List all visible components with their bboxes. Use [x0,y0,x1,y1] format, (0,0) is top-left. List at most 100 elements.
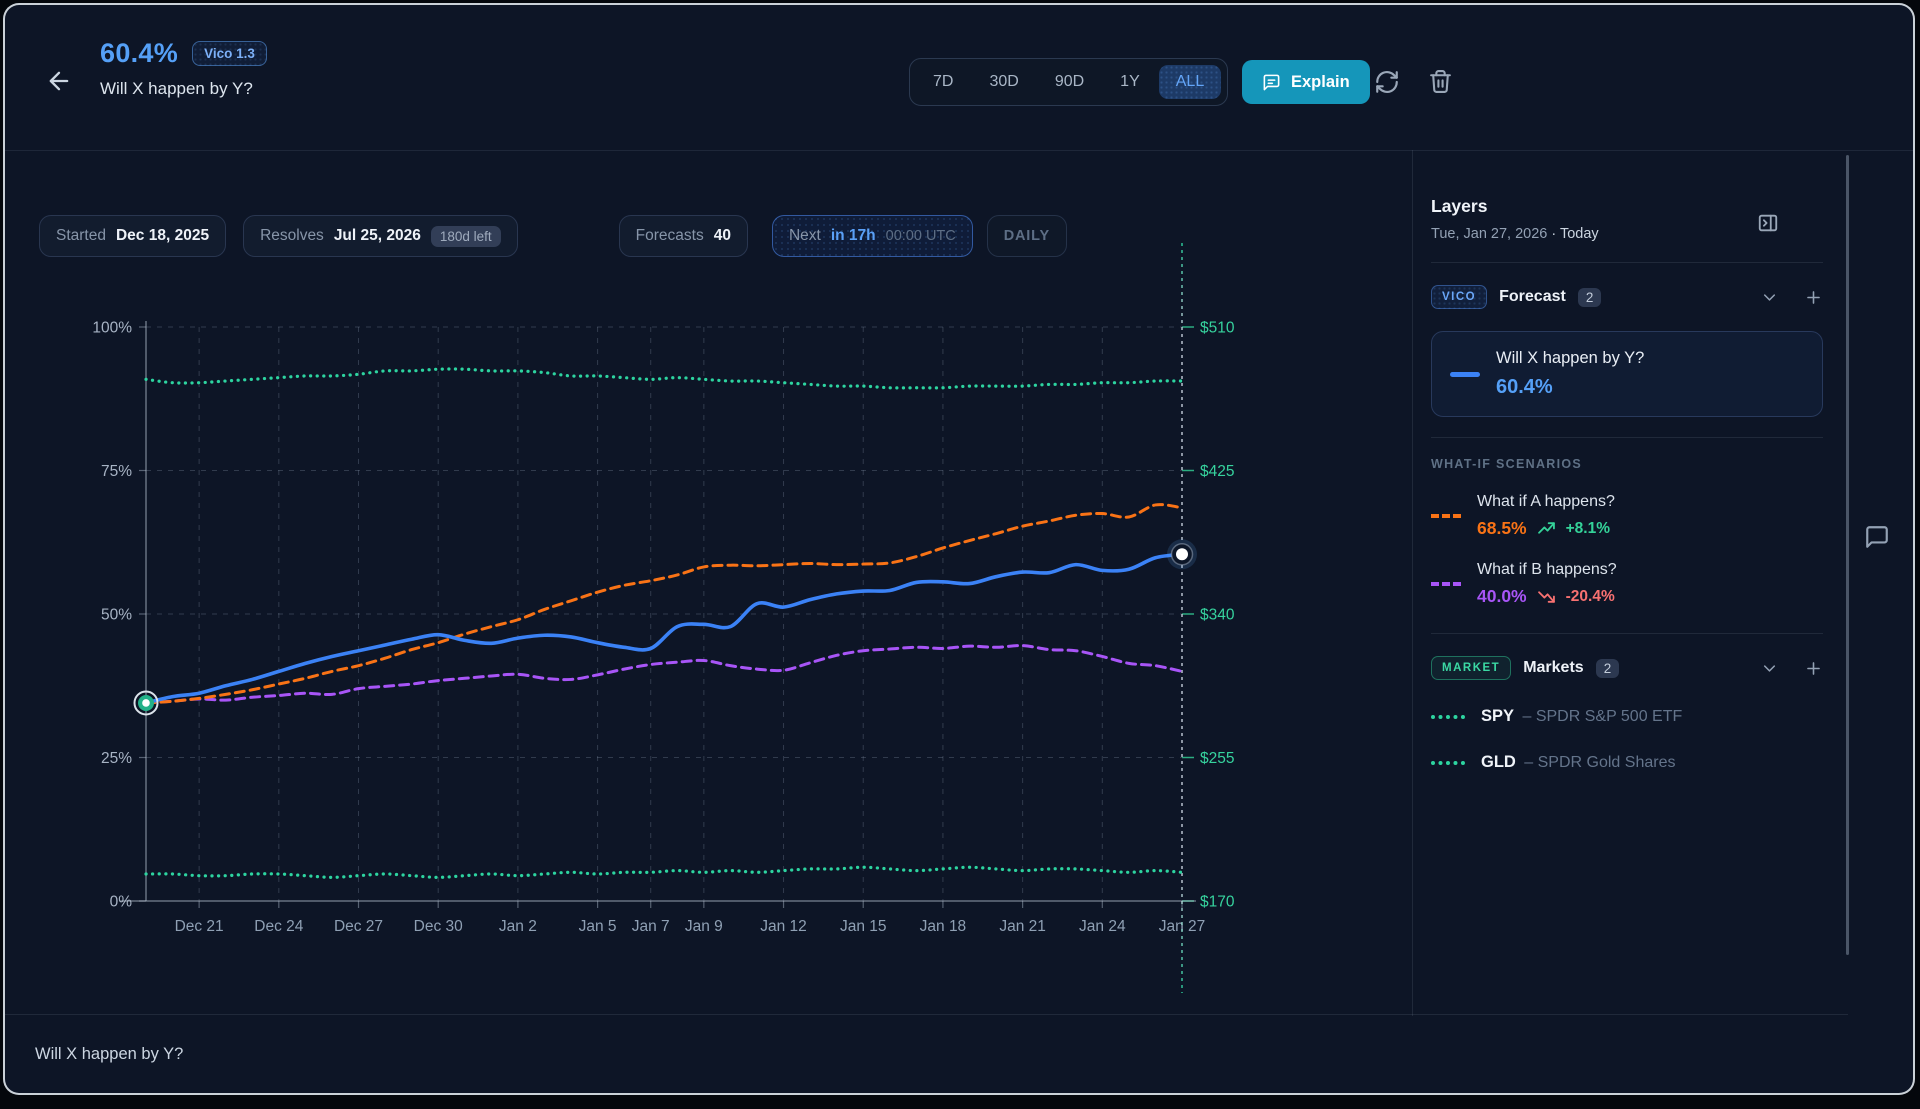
scenario-change: +8.1% [1566,520,1610,538]
explain-button[interactable]: Explain [1242,60,1370,104]
vico-badge: VICO [1431,285,1487,309]
range-button-1y[interactable]: 1Y [1103,65,1157,99]
forecast-layer-item[interactable]: Will X happen by Y? 60.4% [1431,331,1823,417]
arrow-left-icon [45,67,73,95]
forecast-count-badge: 2 [1578,288,1602,307]
start-marker-dot [142,699,150,707]
scenario-change: -20.4% [1566,588,1615,606]
delete-button[interactable] [1426,67,1454,95]
x-axis-label: Dec 24 [254,918,303,935]
x-axis-label: Dec 21 [175,918,224,935]
layers-panel: Layers Tue, Jan 27, 2026 · Today VICO Fo… [1413,150,1845,1016]
footer-divider [5,1014,1848,1015]
panel-right-icon [1757,212,1779,234]
refresh-icon [1374,69,1400,95]
scenario-value: 40.0% [1477,586,1527,607]
layers-date-value: Tue, Jan 27, 2026 [1431,226,1547,242]
scenario-question: What if A happens? [1477,493,1615,511]
plus-icon [1804,659,1823,678]
title-block: 60.4% Vico 1.3 Will X happen by Y? [100,38,267,99]
refresh-button[interactable] [1373,68,1401,96]
right-axis-label: $510 [1200,320,1235,337]
right-axis-label: $170 [1200,894,1235,911]
scenario-question: What if B happens? [1477,561,1617,579]
scenario-row[interactable]: What if A happens? 68.5% +8.1% [1431,493,1823,539]
x-axis-label: Jan 7 [632,918,670,935]
trash-icon [1428,69,1453,94]
x-axis-label: Jan 15 [840,918,887,935]
scenario-line-swatch [1431,514,1461,518]
range-button-90d[interactable]: 90D [1038,65,1101,99]
y-axis-label: 25% [101,750,132,767]
x-axis-label: Jan 24 [1079,918,1126,935]
divider [1431,633,1823,634]
x-axis-label: Jan 2 [499,918,537,935]
scenario-list: What if A happens? 68.5% +8.1% What if B ha… [1431,493,1823,607]
market-row[interactable]: SPY – SPDR S&P 500 ETF [1431,707,1823,726]
market-badge: MARKET [1431,656,1511,680]
range-button-7d[interactable]: 7D [916,65,970,99]
probability-value: 60.4% [100,38,178,69]
x-axis-label: Jan 5 [579,918,617,935]
back-button[interactable] [42,64,76,98]
chevron-down-icon [1760,659,1779,678]
x-axis-label: Dec 27 [334,918,383,935]
markets-add-button[interactable] [1803,658,1823,678]
right-axis-label: $425 [1200,463,1234,480]
chat-button[interactable] [1863,523,1891,551]
range-button-30d[interactable]: 30D [972,65,1035,99]
right-axis-label: $340 [1200,607,1235,624]
x-axis-label: Jan 9 [685,918,723,935]
forecast-section-title: Forecast [1499,288,1566,306]
market-line-swatch [1431,715,1465,719]
chevron-down-icon [1760,288,1779,307]
divider [1431,262,1823,263]
x-axis-label: Jan 18 [920,918,967,935]
market-ticker: SPY [1481,707,1514,725]
scenario-row[interactable]: What if B happens? 40.0% -20.4% [1431,561,1823,607]
series-whatif-a [146,505,1182,703]
x-axis-label: Jan 12 [760,918,807,935]
scenario-line-swatch [1431,582,1461,586]
scenario-value: 68.5% [1477,518,1527,539]
message-square-text-icon [1262,73,1281,92]
series-whatif-b [146,646,1182,703]
series-spy [146,369,1182,388]
collapse-panel-button[interactable] [1757,212,1779,234]
trend-up-icon [1538,520,1555,537]
y-axis-label: 50% [101,607,132,624]
market-list: SPY – SPDR S&P 500 ETF GLD – SPDR Gold Sh… [1431,707,1823,772]
x-axis-label: Dec 30 [414,918,463,935]
range-button-all[interactable]: ALL [1159,65,1221,99]
forecast-chart[interactable]: 0%$17025%$25550%$34075%$425100%$510Dec 2… [5,231,1395,1013]
forecast-collapse-button[interactable] [1759,287,1779,307]
market-ticker: GLD [1481,753,1516,771]
forecast-value: 60.4% [1496,376,1644,399]
range-group: 7D30D90D1YALL [909,58,1228,106]
market-row[interactable]: GLD – SPDR Gold Shares [1431,753,1823,772]
explain-label: Explain [1291,73,1350,92]
plus-icon [1804,288,1823,307]
y-axis-label: 100% [92,320,132,337]
layers-date-today: · Today [1551,226,1598,242]
market-name: – SPDR S&P 500 ETF [1518,708,1682,725]
model-version-badge: Vico 1.3 [192,41,267,66]
markets-collapse-button[interactable] [1759,658,1779,678]
series-gld [146,867,1182,877]
right-axis-label: $255 [1200,750,1234,767]
page-title: Will X happen by Y? [100,79,267,99]
forecast-line-swatch [1450,372,1480,377]
markets-section-header: MARKET Markets 2 [1431,656,1823,680]
forecast-section-header: VICO Forecast 2 [1431,285,1823,309]
chat-bubble-icon [1864,524,1890,550]
app-window: 60.4% Vico 1.3 Will X happen by Y? 7D30D… [3,3,1915,1095]
x-axis-label: Jan 27 [1159,918,1206,935]
market-line-swatch [1431,761,1465,765]
divider [1431,437,1823,438]
scrollbar[interactable] [1846,155,1849,955]
y-axis-label: 0% [110,894,133,911]
forecast-add-button[interactable] [1803,287,1823,307]
end-marker-dot [1176,548,1188,560]
markets-count-badge: 2 [1596,659,1620,678]
whatif-section-label: WHAT-IF SCENARIOS [1431,457,1823,471]
